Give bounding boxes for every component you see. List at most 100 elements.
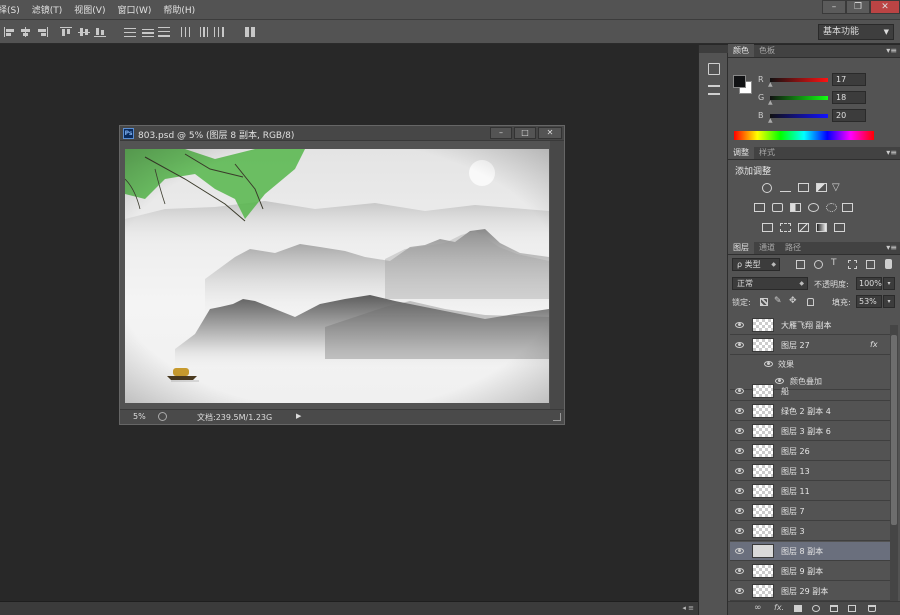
tab-layers[interactable]: 图层 (728, 241, 754, 254)
document-canvas[interactable] (125, 149, 549, 403)
panel-menu-icon[interactable]: ▾≡ (886, 46, 897, 55)
new-group-icon[interactable] (830, 605, 838, 612)
opacity-dropdown-icon[interactable]: ▾ (883, 277, 895, 290)
vibrance-icon[interactable]: ▽ (832, 182, 840, 193)
resize-grip-icon[interactable] (553, 413, 561, 421)
filter-adjustment-icon[interactable] (814, 260, 823, 269)
opacity-input[interactable]: 100% (856, 277, 882, 290)
visibility-eye-icon[interactable] (735, 528, 744, 534)
add-style-icon[interactable]: fx. (774, 603, 784, 612)
dock-header[interactable] (699, 45, 729, 53)
posterize-icon[interactable] (780, 223, 791, 232)
filter-toggle-icon[interactable] (885, 259, 892, 269)
visibility-eye-icon[interactable] (735, 428, 744, 434)
align-center-icon[interactable] (20, 27, 32, 37)
threshold-icon[interactable] (798, 223, 809, 232)
layer-row[interactable]: 绿色 2 副本 4 (730, 402, 890, 421)
layer-row[interactable]: 图层 3 (730, 522, 890, 541)
curves-icon[interactable] (798, 183, 809, 192)
filter-pixel-icon[interactable] (796, 260, 805, 269)
red-slider-thumb-icon[interactable]: ▲ (768, 81, 773, 88)
filter-shape-icon[interactable] (848, 260, 857, 269)
filter-smart-object-icon[interactable] (866, 260, 875, 269)
add-mask-icon[interactable] (794, 605, 802, 612)
layer-row[interactable]: 图层 7 (730, 502, 890, 521)
visibility-eye-icon[interactable] (735, 342, 744, 348)
fill-dropdown-icon[interactable]: ▾ (883, 295, 895, 308)
panel-menu-icon[interactable]: ▾≡ (886, 148, 897, 157)
menu-view[interactable]: 视图(V) (68, 3, 111, 16)
properties-icon[interactable] (708, 85, 720, 95)
visibility-eye-icon[interactable] (735, 548, 744, 554)
minimize-button[interactable]: – (822, 0, 846, 14)
tab-color[interactable]: 颜色 (728, 44, 754, 57)
visibility-eye-icon[interactable] (735, 588, 744, 594)
layer-row[interactable]: 大雁飞翔 副本 (730, 316, 890, 335)
doc-minimize-button[interactable]: – (490, 127, 512, 139)
layers-scrollbar[interactable] (890, 325, 898, 601)
layer-row[interactable]: 图层 26 (730, 442, 890, 461)
gradient-map-icon[interactable] (816, 223, 827, 232)
green-slider-thumb-icon[interactable]: ▲ (768, 99, 773, 106)
doc-close-button[interactable]: ✕ (538, 127, 562, 139)
tab-swatches[interactable]: 色板 (754, 44, 780, 57)
visibility-eye-icon[interactable] (735, 508, 744, 514)
distribute-middle-icon[interactable] (142, 27, 154, 37)
visibility-eye-icon[interactable] (735, 388, 744, 394)
new-layer-icon[interactable] (848, 605, 856, 612)
new-adjustment-icon[interactable] (812, 605, 820, 612)
workspace-select[interactable]: 基本功能 ▼ (818, 24, 894, 40)
brightness-icon[interactable] (762, 183, 772, 193)
layer-row[interactable]: 图层 13 (730, 462, 890, 481)
layers-scrollbar-thumb[interactable] (891, 335, 897, 525)
lock-all-icon[interactable] (807, 298, 814, 306)
visibility-eye-icon[interactable] (735, 322, 744, 328)
distribute-top-icon[interactable] (124, 27, 136, 37)
fill-input[interactable]: 53% (856, 295, 882, 308)
close-button[interactable]: ✕ (870, 0, 900, 14)
green-slider[interactable] (770, 96, 828, 100)
status-info-icon[interactable] (158, 412, 167, 421)
distribute-center-icon[interactable] (198, 27, 210, 37)
menu-select[interactable]: 择(S) (0, 3, 26, 16)
layer-row[interactable]: 图层 11 (730, 482, 890, 501)
zoom-level[interactable]: 5% (133, 412, 146, 421)
visibility-eye-icon[interactable] (735, 408, 744, 414)
status-menu-arrow-icon[interactable]: ▶ (296, 412, 301, 420)
delete-layer-icon[interactable] (868, 605, 876, 612)
visibility-eye-icon[interactable] (735, 468, 744, 474)
link-layers-icon[interactable]: ∞ (754, 603, 762, 613)
layer-row[interactable]: 图层 3 副本 6 (730, 422, 890, 441)
channel-mixer-icon[interactable] (826, 203, 837, 212)
tab-paths[interactable]: 路径 (780, 241, 806, 254)
align-left-icon[interactable] (4, 27, 16, 37)
layer-fx-icon[interactable]: fx (870, 340, 878, 349)
align-right-icon[interactable] (36, 27, 48, 37)
align-bottom-icon[interactable] (94, 27, 106, 37)
blue-value-input[interactable]: 20 (832, 109, 866, 122)
menu-window[interactable]: 窗口(W) (111, 3, 157, 16)
foreground-color-swatch[interactable] (733, 75, 746, 88)
visibility-eye-icon[interactable] (764, 361, 773, 367)
lock-position-icon[interactable]: ✥ (789, 296, 797, 306)
auto-align-icon[interactable] (244, 27, 256, 37)
lock-pixels-icon[interactable]: ✎ (774, 296, 782, 306)
blue-slider-thumb-icon[interactable]: ▲ (768, 117, 773, 124)
invert-icon[interactable] (762, 223, 773, 232)
layer-effects-row[interactable]: 效果 (730, 356, 890, 374)
layer-row-selected[interactable]: 图层 8 副本 (730, 542, 890, 561)
visibility-eye-icon[interactable] (735, 448, 744, 454)
tab-channels[interactable]: 通道 (754, 241, 780, 254)
distribute-bottom-icon[interactable] (158, 27, 170, 37)
menu-filter[interactable]: 滤镜(T) (26, 3, 69, 16)
collapse-arrow-icon[interactable]: ◂ ≡ (682, 604, 694, 612)
document-titlebar[interactable]: Ps 803.psd @ 5% (图层 8 副本, RGB/8) – □ ✕ (120, 126, 564, 141)
red-slider[interactable] (770, 78, 828, 82)
hue-saturation-icon[interactable] (754, 203, 765, 212)
layer-row[interactable]: 图层 29 副本 (730, 582, 890, 601)
visibility-eye-icon[interactable] (735, 568, 744, 574)
align-middle-icon[interactable] (78, 27, 90, 37)
layer-row[interactable]: 图层 27 fx (730, 336, 890, 355)
lock-transparency-icon[interactable] (760, 298, 768, 306)
blue-slider[interactable] (770, 114, 828, 118)
